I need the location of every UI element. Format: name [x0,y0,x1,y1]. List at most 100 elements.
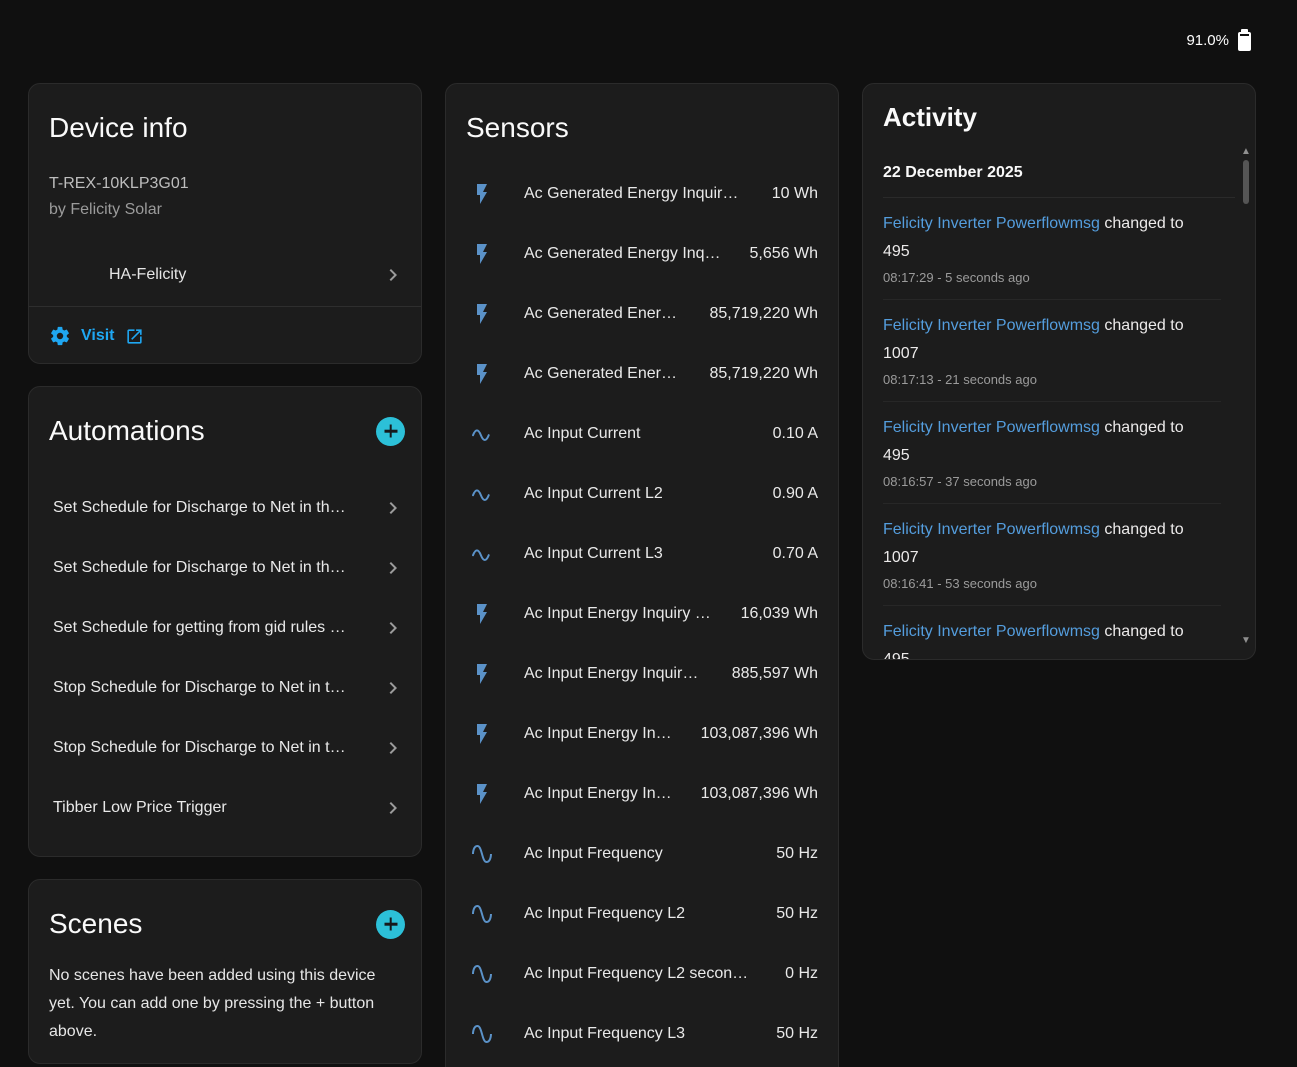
current-ac-icon [470,422,494,446]
sensor-row[interactable]: Ac Generated Ener… 85,719,220 Wh [446,284,838,344]
log-action: changed to [1104,215,1183,232]
sensor-value: 10 Wh [772,185,818,203]
log-new-state: 1007 [883,544,1221,572]
entity-link[interactable]: Felicity Inverter Powerflowmsg [883,317,1100,334]
sensor-row[interactable]: Ac Input Frequency L2 50 Hz [446,884,838,944]
sensor-row[interactable]: Ac Generated Ener… 85,719,220 Wh [446,344,838,404]
sensor-row[interactable]: Ac Input Energy Inquir… 885,597 Wh [446,644,838,704]
automation-item[interactable]: Set Schedule for Discharge to Net in th… [29,538,421,598]
sensor-row[interactable]: Ac Input Energy In… 103,087,396 Wh [446,704,838,764]
sensor-value: 0 Hz [785,965,818,983]
sensor-value: 16,039 Wh [741,605,818,623]
sensor-row[interactable]: Ac Input Energy In… 103,087,396 Wh [446,764,838,824]
automations-list: Set Schedule for Discharge to Net in th…… [29,478,421,838]
log-new-state: 495 [883,646,1221,660]
battery-icon [1238,32,1251,51]
flash-icon [470,362,494,386]
flash-icon [470,782,494,806]
status-bar: 91.0% [0,0,1297,80]
log-action: changed to [1104,317,1183,334]
log-timestamp: 08:16:41 - 53 seconds ago [883,574,1221,594]
sensor-value: 50 Hz [776,1025,818,1043]
flash-icon [470,722,494,746]
sensor-value: 0.10 A [773,425,818,443]
chevron-right-icon [381,263,405,287]
automation-item[interactable]: Set Schedule for getting from gid rules … [29,598,421,658]
card-title-activity: Activity [883,102,1235,132]
log-new-state: 495 [883,442,1221,470]
flash-icon [470,302,494,326]
automation-item[interactable]: Stop Schedule for Discharge to Net in t… [29,718,421,778]
device-info-card: Device info T-REX-10KLP3G01 by Felicity … [28,83,422,364]
sensor-row[interactable]: Ac Input Frequency L2 secon… 0 Hz [446,944,838,1004]
open-in-new-icon [125,327,144,346]
scrollbar-up-arrow[interactable]: ▲ [1240,146,1252,158]
sine-wave-icon [470,962,494,986]
automation-item[interactable]: Tibber Low Price Trigger [29,778,421,838]
automation-item[interactable]: Set Schedule for Discharge to Net in th… [29,478,421,538]
sensor-row[interactable]: Ac Input Current L3 0.70 A [446,524,838,584]
flash-icon [470,602,494,626]
sensor-row[interactable]: Ac Generated Energy Inq… 5,656 Wh [446,224,838,284]
current-ac-icon [470,542,494,566]
sine-wave-icon [470,842,494,866]
logbook-entry: Felicity Inverter Powerflowmsg changed t… [883,402,1221,504]
card-title-automations: Automations [49,413,205,449]
log-timestamp: 08:17:29 - 5 seconds ago [883,268,1221,288]
current-ac-icon [470,482,494,506]
chevron-right-icon [381,556,405,580]
via-device-name: HA-Felicity [109,266,186,284]
scrollbar-thumb[interactable] [1243,160,1249,204]
log-new-state: 1007 [883,340,1221,368]
entity-link[interactable]: Felicity Inverter Powerflowmsg [883,521,1100,538]
logbook-list: Felicity Inverter Powerflowmsg changed t… [863,198,1255,660]
add-scene-button[interactable] [376,910,405,939]
sensor-row[interactable]: Ac Generated Energy Inquir… 10 Wh [446,164,838,224]
battery-percentage: 91.0% [1186,32,1229,49]
visit-label: Visit [81,327,115,345]
sensor-value: 885,597 Wh [732,665,818,683]
device-model: T-REX-10KLP3G01 [49,174,401,194]
logbook-entry: Felicity Inverter Powerflowmsg changed t… [883,198,1221,300]
sensor-row[interactable]: Ac Input Frequency L3 50 Hz [446,1004,838,1064]
activity-scrollbar: ▲ ▼ [1240,146,1252,651]
add-automation-button[interactable] [376,417,405,446]
sensor-value: 50 Hz [776,905,818,923]
logbook-entry: Felicity Inverter Powerflowmsg changed t… [883,606,1221,660]
entity-link[interactable]: Felicity Inverter Powerflowmsg [883,623,1100,640]
entity-link[interactable]: Felicity Inverter Powerflowmsg [883,215,1100,232]
scenes-card: Scenes No scenes have been added using t… [28,879,422,1064]
card-title-device-info: Device info [49,110,401,146]
automations-card: Automations Set Schedule for Discharge t… [28,386,422,857]
log-new-state: 495 [883,238,1221,266]
device-manufacturer: by Felicity Solar [49,200,401,220]
logbook-date-header: 22 December 2025 [883,164,1235,198]
log-timestamp: 08:16:57 - 37 seconds ago [883,472,1221,492]
log-timestamp: 08:17:13 - 21 seconds ago [883,370,1221,390]
via-device-row[interactable]: HA-Felicity [29,251,421,299]
sensor-value: 85,719,220 Wh [709,305,818,323]
sensor-value: 0.70 A [773,545,818,563]
sine-wave-icon [470,1022,494,1046]
sensor-row[interactable]: Ac Input Current L2 0.90 A [446,464,838,524]
sensor-value: 103,087,396 Wh [701,785,818,803]
sine-wave-icon [470,902,494,926]
chevron-right-icon [381,796,405,820]
card-title-sensors: Sensors [466,110,818,146]
sensor-row[interactable]: Ac Input Energy Inquiry … 16,039 Wh [446,584,838,644]
logbook-entry: Felicity Inverter Powerflowmsg changed t… [883,300,1221,402]
device-page: 91.0% Device info T-REX-10KLP3G01 by Fel… [0,0,1297,1067]
automation-item[interactable]: Stop Schedule for Discharge to Net in t… [29,658,421,718]
entity-link[interactable]: Felicity Inverter Powerflowmsg [883,419,1100,436]
sensor-row[interactable]: Ac Input Current 0.10 A [446,404,838,464]
sensor-row[interactable]: Ac Input Frequency 50 Hz [446,824,838,884]
gear-icon [49,325,71,347]
sensor-value: 103,087,396 Wh [701,725,818,743]
sensor-value: 50 Hz [776,845,818,863]
visit-device-link[interactable]: Visit [29,307,421,364]
chevron-right-icon [381,676,405,700]
scrollbar-down-arrow[interactable]: ▼ [1240,635,1252,647]
logbook-entry: Felicity Inverter Powerflowmsg changed t… [883,504,1221,606]
sensors-list: Ac Generated Energy Inquir… 10 Wh Ac Gen… [446,164,838,1064]
chevron-right-icon [381,496,405,520]
